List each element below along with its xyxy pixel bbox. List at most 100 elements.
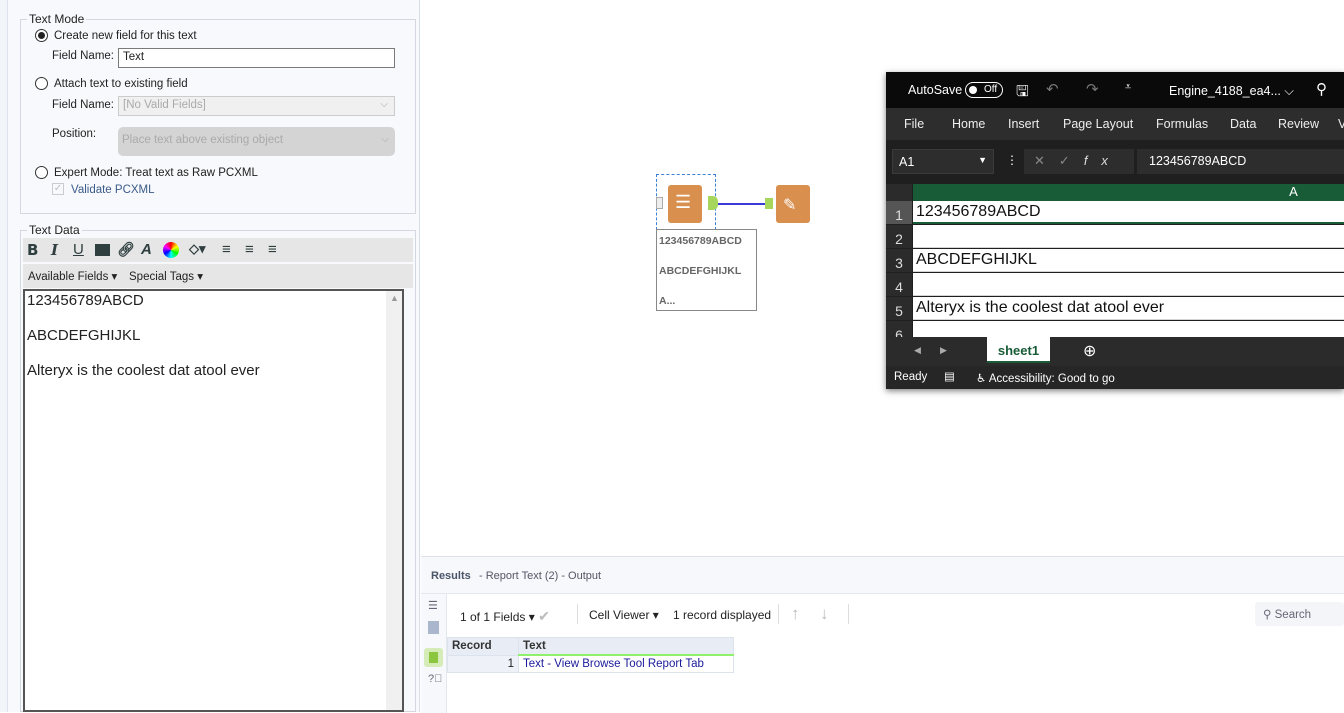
customize-qat-icon[interactable]: ⩡	[1125, 81, 1131, 94]
file-name: Engine_4188_ea4...	[1169, 84, 1281, 98]
formula-input[interactable]: 123456789ABCD	[1137, 149, 1344, 174]
cell[interactable]: Alteryx is the coolest dat atool ever	[913, 297, 1344, 320]
metadata-icon[interactable]	[428, 621, 439, 634]
search-placeholder: Search	[1274, 609, 1312, 621]
name-box-value: A1	[899, 155, 915, 169]
file-name-dropdown[interactable]: Engine_4188_ea4... ⌵	[1169, 84, 1294, 99]
tab-review[interactable]: Review	[1278, 117, 1319, 131]
available-fields-dropdown[interactable]: Available Fields ▾	[28, 269, 117, 283]
excel-title-bar: AutoSave Off 🖫 ↶ ↷ ⩡ Engine_4188_ea4... …	[886, 72, 1344, 108]
column-header-a[interactable]: A	[913, 184, 1344, 201]
tab-insert[interactable]: Insert	[1008, 117, 1039, 131]
enter-icon[interactable]: ✓	[1059, 153, 1084, 168]
redo-icon[interactable]: ↷	[1086, 80, 1099, 98]
tab-formulas[interactable]: Formulas	[1156, 117, 1208, 131]
select-all[interactable]	[886, 184, 912, 201]
existing-field-select[interactable]: [No Valid Fields] ⌵	[118, 96, 395, 116]
help-icon[interactable]: ?⃝	[428, 673, 442, 685]
macro-icon[interactable]: ▤	[944, 369, 955, 383]
sheet-tab-sheet1[interactable]: sheet1	[987, 337, 1050, 363]
chevron-down-icon: ⌵	[381, 134, 389, 145]
table-row[interactable]: 1 Text - View Browse Tool Report Tab	[447, 654, 734, 673]
sheet-tabs-bar: ◀ ▶ sheet1 ⊕	[886, 337, 1344, 366]
italic-icon[interactable]: I	[51, 241, 58, 259]
scroll-right-icon[interactable]: ▶	[940, 345, 947, 356]
font-icon[interactable]: A	[141, 241, 152, 258]
editor-line: ABCDEFGHIJKL	[27, 327, 141, 344]
insert-toolbar: Available Fields ▾ Special Tags ▾	[23, 264, 413, 288]
output-anchor[interactable]	[708, 196, 718, 210]
cancel-icon[interactable]: ✕	[1034, 153, 1059, 168]
attach-existing-radio[interactable]	[35, 77, 48, 90]
bold-icon[interactable]: B	[27, 241, 38, 259]
attach-existing-label: Attach text to existing field	[54, 78, 188, 90]
function-icon[interactable]: fx	[1084, 153, 1122, 168]
arrow-up-icon[interactable]: ↑	[791, 604, 800, 624]
fields-dropdown[interactable]: 1 of 1 Fields ▾ ✔	[460, 608, 550, 625]
chevron-down-icon: ⌵	[380, 99, 388, 110]
undo-icon[interactable]: ↶	[1046, 80, 1059, 98]
list-icon[interactable]: ☰	[428, 599, 438, 612]
align-right-icon[interactable]: ≡	[268, 241, 277, 258]
align-center-icon[interactable]: ≡	[245, 241, 254, 258]
divider	[577, 604, 578, 624]
tab-file[interactable]: File	[904, 117, 924, 131]
link-icon[interactable]: 🔗︎	[117, 241, 135, 258]
cell[interactable]: 123456789ABCD	[913, 201, 1344, 224]
editor-scrollbar[interactable]: ▲	[386, 291, 402, 710]
arrow-down-icon[interactable]: ↓	[820, 604, 829, 624]
tab-page-layout[interactable]: Page Layout	[1063, 117, 1133, 131]
cell-viewer-label: Cell Viewer	[589, 608, 650, 622]
scroll-left-icon[interactable]: ◀	[914, 345, 921, 356]
row-header[interactable]: 3	[886, 249, 912, 272]
color-picker-icon[interactable]	[163, 242, 179, 258]
position-label: Position:	[52, 128, 97, 140]
column-header-record[interactable]: Record	[447, 637, 519, 656]
tab-view[interactable]: V	[1338, 117, 1344, 131]
autosave-toggle[interactable]: Off	[965, 82, 1003, 98]
cell-viewer-dropdown[interactable]: Cell Viewer ▾	[589, 608, 659, 622]
column-header-text[interactable]: Text	[518, 637, 734, 656]
autosave-label: AutoSave	[908, 83, 963, 97]
image-icon[interactable]	[95, 244, 110, 256]
align-left-icon[interactable]: ≡	[222, 241, 231, 258]
row-header[interactable]: 5	[886, 297, 912, 320]
browse-tool-icon[interactable]: ✎	[776, 185, 810, 223]
more-icon[interactable]: ⋮	[1006, 153, 1018, 167]
search-icon[interactable]: ⚲	[1316, 80, 1327, 98]
text-editor[interactable]: 123456789ABCD ABCDEFGHIJKL Alteryx is th…	[23, 289, 404, 712]
expert-mode-radio[interactable]	[35, 166, 48, 179]
create-new-field-radio[interactable]	[35, 29, 48, 42]
results-header: Results - Report Text (2) - Output	[421, 557, 1344, 594]
position-select[interactable]: Place text above existing object ⌵	[118, 127, 395, 156]
row-header[interactable]: 4	[886, 273, 912, 296]
special-tags-dropdown[interactable]: Special Tags ▾	[129, 269, 203, 283]
annotation-line: A...	[659, 295, 676, 307]
add-sheet-icon[interactable]: ⊕	[1083, 341, 1096, 361]
connection-line	[718, 203, 766, 205]
tab-data[interactable]: Data	[1230, 117, 1256, 131]
validate-checkbox[interactable]: ✓	[52, 183, 64, 195]
field-name-input[interactable]: Text	[118, 48, 395, 68]
available-fields-label: Available Fields	[28, 271, 109, 283]
results-subtitle: - Report Text (2) - Output	[479, 570, 602, 582]
fill-color-icon[interactable]: ◇▾	[189, 241, 206, 257]
accessibility-status[interactable]: ♿︎ Accessibility: Good to go	[976, 371, 1115, 385]
input-anchor[interactable]	[656, 197, 663, 209]
row-header[interactable]: 1	[886, 201, 912, 224]
tab-home[interactable]: Home	[952, 117, 985, 131]
cell[interactable]	[913, 225, 1344, 248]
search-input[interactable]: ⚲ Search	[1255, 602, 1344, 626]
name-box[interactable]: A1 ▼	[892, 149, 994, 174]
underline-icon[interactable]: U	[73, 241, 84, 258]
check-icon: ✔	[538, 608, 550, 624]
text-cell[interactable]: Text - View Browse Tool Report Tab	[518, 654, 734, 673]
cell[interactable]	[913, 273, 1344, 296]
browse-input-anchor[interactable]	[765, 198, 773, 209]
report-text-tool-icon[interactable]: ☰	[668, 185, 702, 223]
left-strip	[0, 0, 8, 712]
data-view-icon[interactable]	[424, 648, 443, 667]
row-header[interactable]: 2	[886, 225, 912, 248]
save-icon[interactable]: 🖫	[1016, 81, 1029, 106]
cell[interactable]: ABCDEFGHIJKL	[913, 249, 1344, 272]
